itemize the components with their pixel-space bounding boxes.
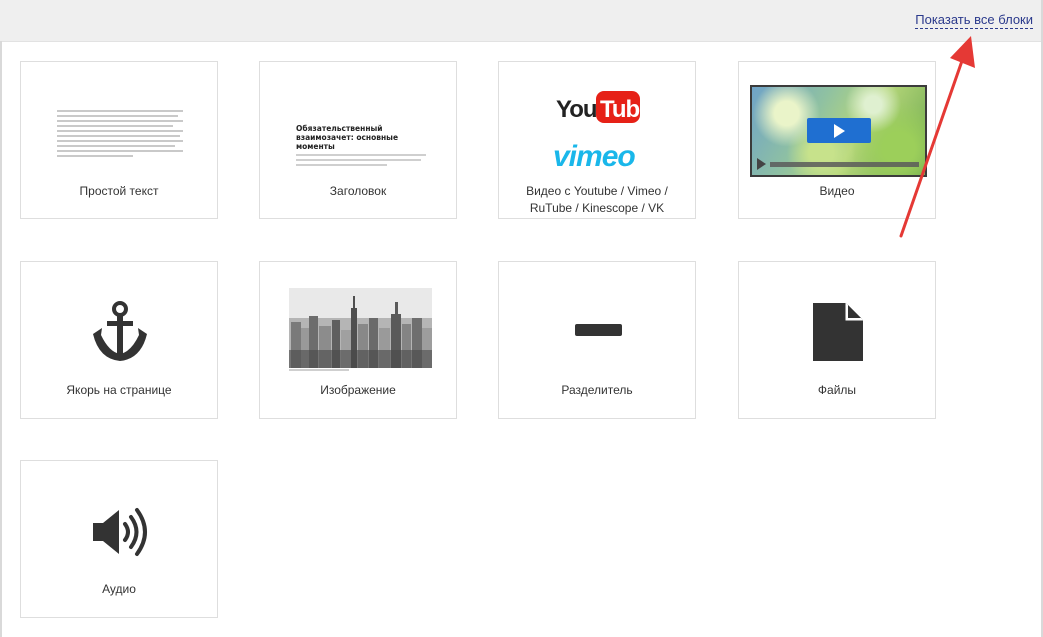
youtube-logo-icon: You Tube [556,91,642,123]
block-label: Простой текст [79,184,159,198]
show-all-blocks-link[interactable]: Показать все блоки [915,11,1033,29]
video-player-preview-icon [750,85,927,177]
block-heading[interactable]: Обязательственный взаимозачет: основные … [259,61,457,219]
block-label: Разделитель [561,383,633,397]
block-label: Заголовок [329,184,387,198]
block-audio[interactable]: Аудио [20,460,218,618]
block-label: Аудио [102,582,136,596]
block-simple-text[interactable]: Простой текст [20,61,218,219]
block-image[interactable]: Изображение [259,261,457,419]
svg-text:vimeo: vimeo [553,142,635,173]
progress-bar [770,162,919,167]
play-small-icon [757,158,766,170]
preview-heading-text: Обязательственный взаимозачет: основные … [296,124,399,151]
block-label: Файлы [817,383,857,397]
svg-text:Tube: Tube [600,96,642,123]
block-label: Изображение [320,383,396,397]
file-icon [813,303,863,361]
block-label-line1: Видео с Youtube / Vimeo / [526,184,668,198]
vimeo-logo-icon: vimeo [553,142,636,173]
block-video[interactable]: Видео [738,61,936,219]
svg-text:You: You [556,96,597,123]
block-divider[interactable]: Разделитель [498,261,696,419]
block-embed-video[interactable]: You Tube vimeo Видео с Youtube / Vimeo /… [498,61,696,219]
heading-preview-icon: Обязательственный взаимозачет: основные … [296,124,426,169]
anchor-icon [93,301,147,361]
image-caption-line [289,369,349,371]
left-border [0,41,2,637]
block-anchor[interactable]: Якорь на странице [20,261,218,419]
text-preview-icon [57,110,183,160]
city-image-preview-icon [289,288,432,368]
top-toolbar: Показать все блоки [0,0,1043,42]
play-button-icon [807,118,871,143]
divider-icon [575,324,622,336]
block-label: Якорь на странице [66,383,172,397]
block-files[interactable]: Файлы [738,261,936,419]
block-label-line2: RuTube / Kinescope / VK [529,201,665,215]
speaker-icon [93,508,147,556]
block-label: Видео [819,184,855,198]
